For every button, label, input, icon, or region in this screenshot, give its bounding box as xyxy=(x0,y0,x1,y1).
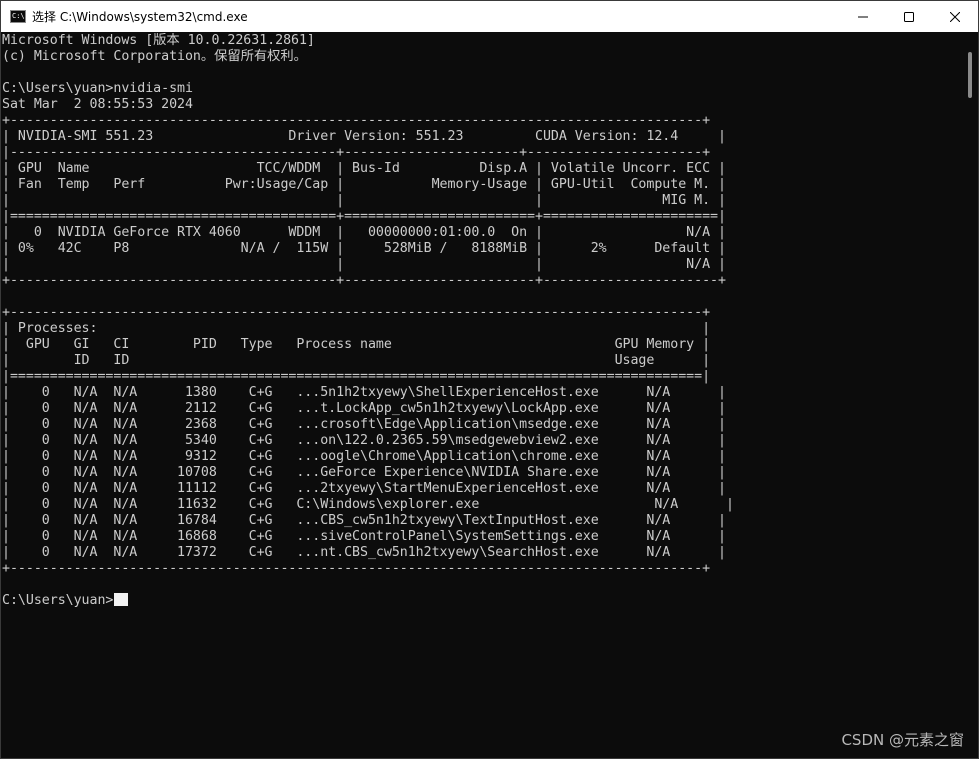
console-line: | GPU Name TCC/WDDM | Bus-Id Disp.A | Vo… xyxy=(2,161,726,176)
console-line: Microsoft Windows [版本 10.0.22631.2861] xyxy=(2,33,315,48)
console-line: | ID ID Usage | xyxy=(2,353,711,368)
console-line: |=======================================… xyxy=(2,369,711,384)
close-button[interactable] xyxy=(932,1,978,32)
console-line: | 0% 42C P8 N/A / 115W | 528MiB / 8188Mi… xyxy=(2,241,726,256)
console-line: |---------------------------------------… xyxy=(2,145,711,160)
console-line: | 0 N/A N/A 16868 C+G ...siveControlPane… xyxy=(2,529,726,544)
console-line: | | | N/A | xyxy=(2,257,726,272)
console-line: | | | MIG M. | xyxy=(2,193,726,208)
console-line: | 0 N/A N/A 11112 C+G ...2txyewy\StartMe… xyxy=(2,481,726,496)
console-line: | Processes: | xyxy=(2,321,711,336)
console-line: | 0 N/A N/A 1380 C+G ...5n1h2txyewy\Shel… xyxy=(2,385,726,400)
console-line: | 0 N/A N/A 16784 C+G ...CBS_cw5n1h2txye… xyxy=(2,513,726,528)
cmd-icon-glyph: C:\ xyxy=(12,12,25,20)
window-title: 选择 C:\Windows\system32\cmd.exe xyxy=(32,10,248,24)
console-line: +---------------------------------------… xyxy=(2,113,711,128)
console-line: | GPU GI CI PID Type Process name GPU Me… xyxy=(2,337,711,352)
scrollbar-thumb[interactable] xyxy=(968,52,972,98)
command-prompt: C:\Users\yuan> xyxy=(2,593,963,609)
cmd-icon[interactable]: C:\ xyxy=(10,10,26,23)
console-line: +---------------------------------------… xyxy=(2,305,711,320)
title-bar[interactable]: C:\ 选择 C:\Windows\system32\cmd.exe xyxy=(1,1,978,32)
console-line: (c) Microsoft Corporation。保留所有权利。 xyxy=(2,49,307,64)
text-cursor xyxy=(114,593,129,606)
window-controls xyxy=(840,1,978,32)
watermark: CSDN @元素之窗 xyxy=(841,731,964,749)
cmd-window: C:\ 选择 C:\Windows\system32\cmd.exe Micro… xyxy=(0,0,979,759)
console-line: +---------------------------------------… xyxy=(2,561,711,576)
console-line: | 0 N/A N/A 17372 C+G ...nt.CBS_cw5n1h2t… xyxy=(2,545,726,560)
console-line: Sat Mar 2 08:55:53 2024 xyxy=(2,97,193,112)
close-icon xyxy=(950,11,960,22)
minimize-button[interactable] xyxy=(840,1,886,32)
maximize-icon xyxy=(904,11,914,22)
console-line: +---------------------------------------… xyxy=(2,273,726,288)
console-line: |=======================================… xyxy=(2,209,726,224)
console-line: | 0 NVIDIA GeForce RTX 4060 WDDM | 00000… xyxy=(2,225,726,240)
vertical-scrollbar[interactable] xyxy=(963,33,977,758)
console-line: | NVIDIA-SMI 551.23 Driver Version: 551.… xyxy=(2,129,726,144)
console-line: | 0 N/A N/A 9312 C+G ...oogle\Chrome\App… xyxy=(2,449,726,464)
console-line: | 0 N/A N/A 10708 C+G ...GeForce Experie… xyxy=(2,465,726,480)
console-output[interactable]: Microsoft Windows [版本 10.0.22631.2861] (c… xyxy=(1,33,963,758)
console-line: | 0 N/A N/A 2368 C+G ...crosoft\Edge\App… xyxy=(2,417,726,432)
maximize-button[interactable] xyxy=(886,1,932,32)
minimize-icon xyxy=(858,16,868,17)
console-line: | 0 N/A N/A 2112 C+G ...t.LockApp_cw5n1h… xyxy=(2,401,726,416)
console-line: | Fan Temp Perf Pwr:Usage/Cap | Memory-U… xyxy=(2,177,726,192)
console-line: | 0 N/A N/A 11632 C+G C:\Windows\explore… xyxy=(2,497,734,512)
console-line: C:\Users\yuan>nvidia-smi xyxy=(2,81,193,96)
console-line: | 0 N/A N/A 5340 C+G ...on\122.0.2365.59… xyxy=(2,433,726,448)
terminal-text: Microsoft Windows [版本 10.0.22631.2861] (c… xyxy=(1,33,963,609)
